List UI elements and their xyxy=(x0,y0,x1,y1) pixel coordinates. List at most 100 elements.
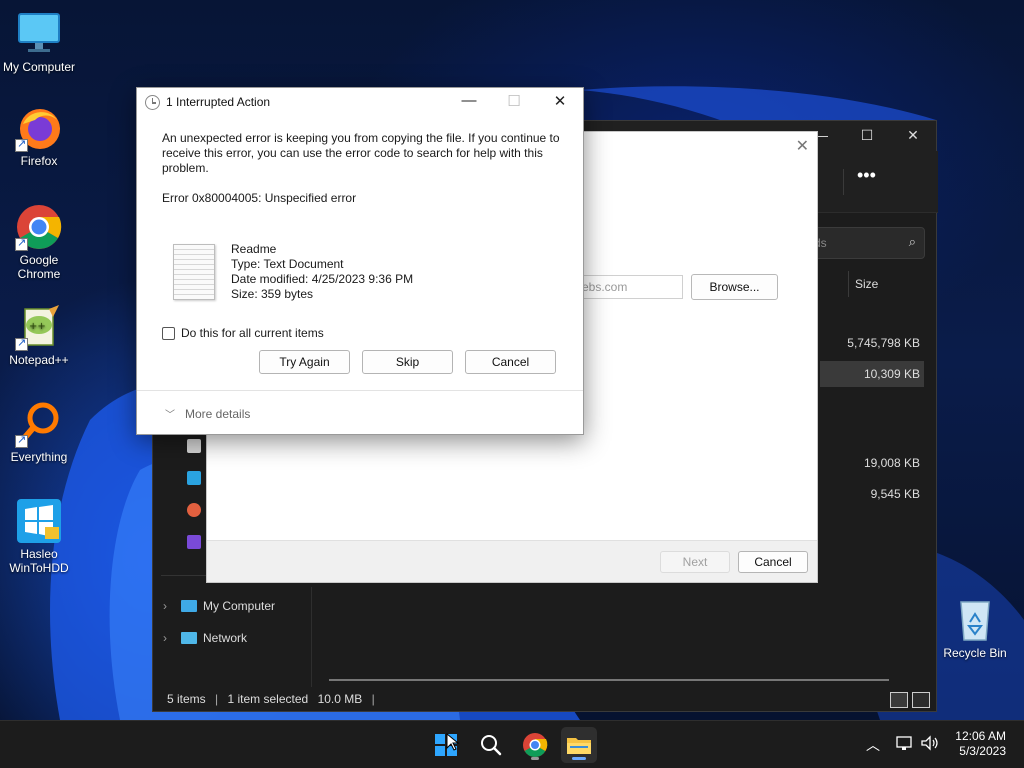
cancel-button[interactable]: Cancel xyxy=(465,350,556,374)
apply-all-checkbox[interactable] xyxy=(162,326,175,340)
file-name: Readme xyxy=(231,242,277,256)
music-icon[interactable] xyxy=(187,503,201,517)
file-modified: Date modified: 4/25/2023 9:36 PM xyxy=(231,272,414,286)
search-input[interactable]: ds ⌕ xyxy=(803,227,925,259)
recycle-bin-icon xyxy=(951,596,999,644)
firefox-icon xyxy=(15,104,63,152)
close-icon[interactable]: ✕ xyxy=(546,92,574,110)
error-code: Error 0x80004005: Unspecified error xyxy=(162,191,357,205)
desktop-icon-label: Firefox xyxy=(20,154,58,168)
desktop-icon-chrome[interactable]: Google Chrome xyxy=(0,203,78,281)
next-button[interactable]: Next xyxy=(660,551,730,573)
destination-value: ebs.com xyxy=(582,280,628,294)
horizontal-scrollbar[interactable] xyxy=(329,679,889,681)
desktop-icon-label: Recycle Bin xyxy=(943,646,1007,660)
system-clock[interactable]: 12:06 AM 5/3/2023 xyxy=(955,729,1006,759)
chrome-icon[interactable] xyxy=(517,727,553,763)
desktop-icon-recycle-bin[interactable]: Recycle Bin xyxy=(936,596,1014,660)
more-details-label: More details xyxy=(185,406,251,421)
videos-icon[interactable] xyxy=(187,535,201,549)
network-icon xyxy=(181,632,197,644)
monitor-icon xyxy=(181,600,197,612)
column-header-size[interactable]: Size xyxy=(848,271,928,297)
toolbar-divider xyxy=(843,169,844,195)
text-document-icon xyxy=(173,244,215,300)
desktop-icon-firefox[interactable]: Firefox xyxy=(0,104,78,168)
file-info: Readme Type: Text Document Date modified… xyxy=(231,242,413,302)
status-bar: 5 items | 1 item selected 10.0 MB | xyxy=(167,692,375,706)
wintohdd-icon xyxy=(15,497,63,545)
file-size-cell: 10,309 KB xyxy=(863,367,920,381)
desktop-icon-everything[interactable]: Everything xyxy=(0,400,78,464)
taskbar: ︿ 12:06 AM 5/3/2023 xyxy=(0,720,1024,768)
clock-icon xyxy=(145,95,160,110)
shortcut-arrow-icon xyxy=(15,433,28,448)
network-icon[interactable] xyxy=(896,735,914,754)
maximize-icon[interactable]: ☐ xyxy=(855,127,879,144)
documents-icon[interactable] xyxy=(187,439,201,453)
wizard-cancel-button[interactable]: Cancel xyxy=(738,551,808,573)
notepadpp-icon: ++ xyxy=(15,303,63,351)
monitor-icon xyxy=(15,10,63,58)
desktop-icon-wintohdd[interactable]: Hasleo WinToHDD xyxy=(0,497,78,575)
details-view-icon[interactable] xyxy=(890,692,908,708)
status-selected: 1 item selected xyxy=(227,692,309,706)
skip-button[interactable]: Skip xyxy=(362,350,453,374)
volume-icon[interactable] xyxy=(920,735,940,754)
desktop-icon-label: Everything xyxy=(10,450,68,464)
clock-date: 5/3/2023 xyxy=(959,744,1006,758)
try-again-button[interactable]: Try Again xyxy=(259,350,350,374)
shortcut-arrow-icon xyxy=(15,137,28,152)
running-indicator xyxy=(531,757,539,760)
more-details-toggle[interactable]: ﹀ More details xyxy=(165,406,251,422)
file-type: Type: Text Document xyxy=(231,257,344,271)
status-item-count: 5 items xyxy=(167,692,206,706)
more-options-icon[interactable]: ••• xyxy=(857,165,876,186)
chevron-right-icon[interactable]: › xyxy=(163,631,175,645)
wizard-footer: Next Cancel xyxy=(207,540,817,582)
desktop-icon-label: Google Chrome xyxy=(17,253,61,281)
minimize-icon[interactable]: — xyxy=(455,92,483,109)
chevron-right-icon[interactable]: › xyxy=(163,599,175,613)
desktop-icon-label: My Computer xyxy=(2,60,76,74)
tiles-view-icon[interactable] xyxy=(912,692,930,708)
apply-all-option[interactable]: Do this for all current items xyxy=(162,326,324,340)
desktop-icon-my-computer[interactable]: My Computer xyxy=(0,10,78,74)
shortcut-arrow-icon xyxy=(15,236,28,251)
search-icon[interactable] xyxy=(473,727,509,763)
pane-divider xyxy=(311,587,312,687)
nav-item-my-computer[interactable]: › My Computer xyxy=(163,599,275,613)
shortcut-arrow-icon xyxy=(15,336,28,351)
interrupted-action-dialog[interactable]: 1 Interrupted Action — ☐ ✕ An unexpected… xyxy=(136,87,584,435)
close-icon[interactable]: ✕ xyxy=(901,127,925,144)
nav-item-label: Network xyxy=(203,631,248,645)
nav-item-network[interactable]: › Network xyxy=(163,631,247,645)
browse-button[interactable]: Browse... xyxy=(691,274,778,300)
running-indicator xyxy=(572,757,586,760)
file-size-cell: 19,008 KB xyxy=(863,456,920,470)
everything-icon xyxy=(15,400,63,448)
chevron-up-icon[interactable]: ︿ xyxy=(866,735,880,755)
search-icon[interactable]: ⌕ xyxy=(909,234,916,250)
file-explorer-icon[interactable] xyxy=(561,727,597,763)
chevron-down-icon: ﹀ xyxy=(165,410,175,421)
dialog-titlebar[interactable]: 1 Interrupted Action — ☐ ✕ xyxy=(137,88,583,116)
desktop-icon-label: Notepad++ xyxy=(9,353,69,367)
maximize-icon: ☐ xyxy=(507,93,521,110)
desktop-icon-label: Hasleo WinToHDD xyxy=(9,547,69,575)
file-size-cell: 9,545 KB xyxy=(870,487,920,501)
apply-all-label: Do this for all current items xyxy=(181,326,324,340)
close-icon[interactable]: ✕ xyxy=(796,136,809,156)
svg-text:++: ++ xyxy=(29,321,46,332)
desktop-icon-notepadpp[interactable]: ++ Notepad++ xyxy=(0,303,78,367)
column-header-label: Size xyxy=(855,277,879,291)
clock-time: 12:06 AM xyxy=(955,729,1006,743)
file-size: Size: 359 bytes xyxy=(231,287,314,301)
pictures-icon[interactable] xyxy=(187,471,201,485)
nav-item-label: My Computer xyxy=(203,599,276,613)
more-details-divider xyxy=(137,390,583,391)
start-icon[interactable] xyxy=(428,727,464,763)
destination-input[interactable]: ebs.com xyxy=(575,275,683,299)
file-size-cell: 5,745,798 KB xyxy=(847,336,920,350)
dialog-title: 1 Interrupted Action xyxy=(166,95,271,109)
